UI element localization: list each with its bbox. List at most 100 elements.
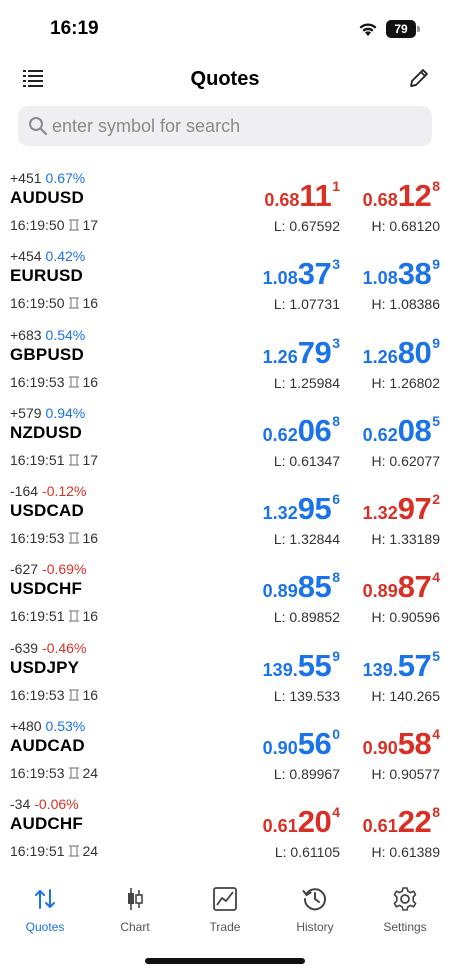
daily-change: +451 0.67%: [10, 170, 85, 186]
change-percent: 0.54%: [45, 326, 86, 343]
high-price: H: 1.33189: [371, 531, 441, 548]
change-points: +451: [10, 170, 42, 186]
low-price: L: 1.25984: [273, 374, 340, 391]
daily-change: +480 0.53%: [10, 718, 85, 734]
quote-time: 16:19:53 16: [10, 687, 98, 703]
time-value: 16:19:51: [10, 608, 65, 625]
search-box[interactable]: [18, 106, 432, 146]
ask-price[interactable]: 1.08389: [363, 256, 440, 292]
edit-icon[interactable]: [408, 67, 430, 89]
bid-price-fraction: 9: [332, 647, 340, 664]
ask-price-pips: 12: [397, 178, 432, 213]
wifi-icon: [359, 23, 377, 36]
time-value: 16:19:50: [10, 217, 65, 233]
symbol-name: USDCAD: [10, 501, 84, 521]
bid-price[interactable]: 1.08373: [263, 256, 340, 292]
daily-change: -164 -0.12%: [10, 483, 86, 499]
search-icon: [29, 117, 48, 136]
tab-quotes[interactable]: Quotes: [0, 878, 90, 942]
bid-price[interactable]: 0.62068: [263, 413, 340, 449]
bid-price-fraction: 0: [332, 726, 340, 743]
ask-price[interactable]: 1.32972: [363, 491, 440, 527]
ask-price-prefix: 0.62: [362, 424, 398, 445]
bid-price-prefix: 139.: [262, 659, 298, 680]
bid-price-pips: 11: [299, 178, 332, 213]
time-value: 16:19:51: [10, 451, 65, 468]
quote-time: 16:19:50 17: [10, 217, 98, 233]
bid-price-prefix: 0.61: [262, 816, 298, 837]
status-bar: 16:19 79: [0, 0, 450, 60]
ask-price-prefix: 1.26: [362, 346, 398, 367]
quote-row-audusd[interactable]: +451 0.67% AUDUSD 16:19:50 17 0.68111 0.6…: [0, 166, 450, 244]
bid-price-prefix: 0.68: [264, 190, 300, 210]
ask-price[interactable]: 0.61228: [363, 804, 440, 840]
symbol-name: EURUSD: [10, 266, 83, 286]
daily-change: +579 0.94%: [10, 405, 85, 421]
spread-value: 17: [82, 217, 99, 233]
ask-price-pips: 08: [397, 412, 432, 448]
ask-price-fraction: 8: [432, 804, 440, 821]
quote-row-nzdusd[interactable]: +579 0.94% NZDUSD 16:19:51 17 0.62068 0.6…: [0, 401, 450, 479]
quotes-icon: [35, 889, 55, 909]
tab-chart[interactable]: Chart: [90, 878, 180, 942]
low-price: L: 1.32844: [273, 531, 340, 548]
bid-price-fraction: 8: [332, 412, 340, 429]
tab-history-label: History: [296, 920, 334, 934]
bid-price-fraction: 1: [332, 178, 340, 194]
bid-price-prefix: 0.62: [262, 424, 298, 445]
ask-price[interactable]: 1.26809: [363, 335, 440, 371]
high-price: H: 0.90577: [371, 766, 441, 783]
change-points: -639: [10, 639, 39, 656]
quote-row-eurusd[interactable]: +454 0.42% EURUSD 16:19:50 16 1.08373 1.0…: [0, 244, 450, 322]
change-points: +454: [10, 248, 42, 265]
ask-price-fraction: 9: [432, 334, 440, 351]
ask-price[interactable]: 0.90584: [363, 726, 440, 762]
symbol-name: GBPUSD: [10, 344, 84, 364]
bid-price[interactable]: 139.559: [263, 648, 340, 684]
spread-value: 16: [82, 608, 99, 625]
quote-row-usdchf[interactable]: -627 -0.69% USDCHF 16:19:51 16 0.89858 0.…: [0, 557, 450, 635]
bid-price[interactable]: 0.68111: [264, 178, 340, 214]
bid-price-pips: 55: [297, 647, 332, 683]
spread-icon: [68, 767, 79, 779]
change-points: -164: [10, 483, 39, 500]
bid-price-prefix: 1.08: [262, 268, 298, 289]
quote-row-audcad[interactable]: +480 0.53% AUDCAD 16:19:53 24 0.90560 0.9…: [0, 714, 450, 792]
quote-row-usdcad[interactable]: -164 -0.12% USDCAD 16:19:53 16 1.32956 1.…: [0, 479, 450, 557]
quotes-list: +451 0.67% AUDUSD 16:19:50 17 0.68111 0.6…: [0, 166, 450, 871]
quote-time: 16:19:53 16: [10, 374, 98, 390]
ask-price[interactable]: 139.575: [363, 648, 440, 684]
history-icon: [302, 888, 326, 911]
tab-trade-label: Trade: [209, 920, 241, 934]
spread-icon: [68, 297, 79, 309]
quote-row-gbpusd[interactable]: +683 0.54% GBPUSD 16:19:53 16 1.26793 1.2…: [0, 323, 450, 401]
tab-history[interactable]: History: [270, 878, 360, 942]
ask-price-prefix: 1.32: [362, 503, 398, 524]
ask-price-prefix: 1.08: [362, 268, 398, 289]
bid-price[interactable]: 1.26793: [263, 335, 340, 371]
bid-price-pips: 56: [297, 726, 332, 762]
ask-price[interactable]: 0.89874: [363, 569, 440, 605]
daily-change: -639 -0.46%: [10, 640, 86, 656]
bid-price-prefix: 0.89: [262, 581, 298, 602]
bid-price[interactable]: 0.89858: [263, 569, 340, 605]
bid-price[interactable]: 0.90560: [263, 726, 340, 762]
home-indicator: [145, 958, 305, 964]
low-price: L: 0.89852: [273, 609, 340, 626]
bid-price[interactable]: 0.61204: [263, 804, 340, 840]
quote-row-usdjpy[interactable]: -639 -0.46% USDJPY 16:19:53 16 139.559 13…: [0, 636, 450, 714]
search-input[interactable]: [52, 106, 422, 146]
low-price: L: 0.61105: [274, 844, 340, 861]
quote-row-audchf[interactable]: -34 -0.06% AUDCHF 16:19:51 24 0.61204 0.6…: [0, 792, 450, 870]
tab-settings[interactable]: Settings: [360, 878, 450, 942]
change-percent: 0.67%: [45, 170, 86, 186]
bid-price-fraction: 6: [332, 491, 340, 508]
bid-price-prefix: 1.26: [262, 346, 298, 367]
tab-trade[interactable]: Trade: [180, 878, 270, 942]
ask-price[interactable]: 0.68128: [363, 178, 440, 214]
ask-price[interactable]: 0.62085: [363, 413, 440, 449]
quote-time: 16:19:53 24: [10, 765, 98, 781]
ask-price-fraction: 9: [432, 256, 440, 273]
ask-price-fraction: 5: [432, 412, 440, 429]
bid-price[interactable]: 1.32956: [263, 491, 340, 527]
